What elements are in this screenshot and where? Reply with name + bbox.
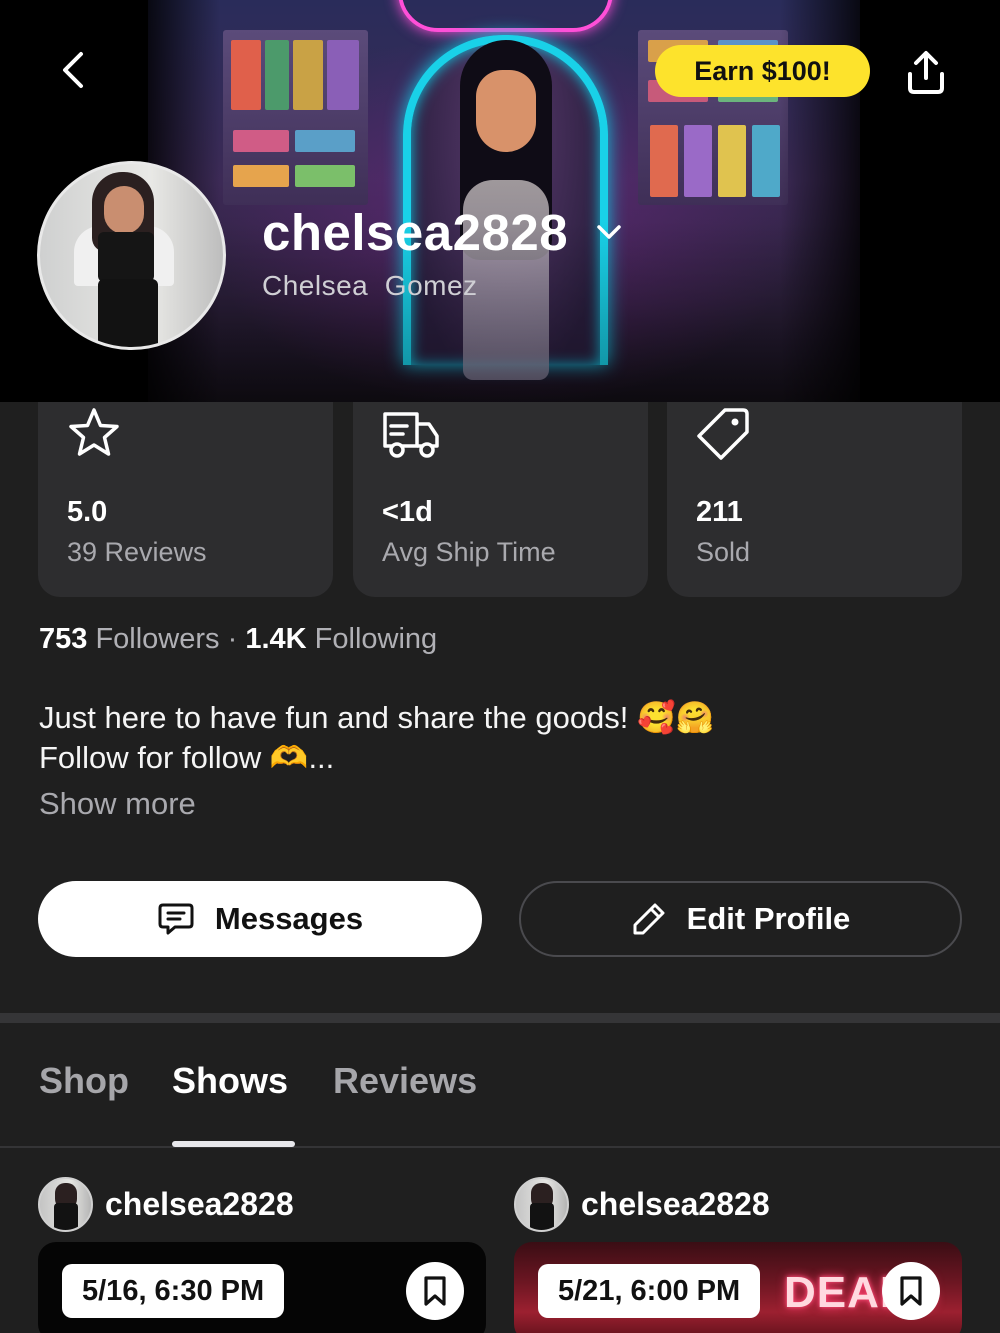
tabs-baseline xyxy=(0,1146,1000,1148)
rating-value: 5.0 xyxy=(67,496,108,528)
followers-link[interactable]: 753 Followers xyxy=(39,623,220,656)
earn-reward-button[interactable]: Earn $100! xyxy=(655,45,870,97)
ship-time-value: <1d xyxy=(382,496,433,528)
show-host-2[interactable]: chelsea2828 xyxy=(514,1176,770,1232)
following-count: 1.4K xyxy=(245,623,307,655)
share-icon xyxy=(908,51,944,94)
profile-full-name: Chelsea Gomez xyxy=(262,270,478,301)
show-date-badge: 5/16, 6:30 PM xyxy=(62,1264,285,1318)
bio-line-2: Follow for follow 🫶... xyxy=(39,740,335,775)
profile-bio: Just here to have fun and share the good… xyxy=(39,698,939,778)
username-switcher[interactable]: chelsea2828 xyxy=(262,200,622,264)
bookmark-button[interactable] xyxy=(406,1262,464,1320)
following-link[interactable]: 1.4K Following xyxy=(245,623,437,656)
show-host-username: chelsea2828 xyxy=(105,1185,294,1222)
bookmark-button[interactable] xyxy=(882,1262,940,1320)
edit-profile-button[interactable]: Edit Profile xyxy=(519,881,962,957)
ship-time-stat-card[interactable]: <1d Avg Ship Time xyxy=(353,402,648,597)
share-button[interactable] xyxy=(896,42,956,102)
bookmark-icon xyxy=(424,1276,446,1306)
section-divider xyxy=(0,1013,1000,1023)
chevron-left-icon xyxy=(63,52,83,88)
avatar xyxy=(38,1176,93,1232)
show-more-link[interactable]: Show more xyxy=(39,786,196,822)
show-host-username: chelsea2828 xyxy=(581,1185,770,1222)
ship-time-label: Avg Ship Time xyxy=(382,537,556,567)
followers-label: Followers xyxy=(95,623,220,655)
pencil-icon xyxy=(633,903,665,935)
message-icon xyxy=(158,903,194,935)
messages-button[interactable]: Messages xyxy=(38,881,482,957)
rating-stat-card[interactable]: 5.0 39 Reviews xyxy=(38,402,333,597)
show-card-1[interactable]: 5/16, 6:30 PM xyxy=(38,1242,486,1333)
tab-reviews[interactable]: Reviews xyxy=(333,1060,477,1102)
chevron-down-icon xyxy=(596,223,622,241)
rating-label: 39 Reviews xyxy=(67,537,207,567)
back-button[interactable] xyxy=(48,44,100,96)
following-label: Following xyxy=(314,623,438,655)
followers-count: 753 xyxy=(39,623,88,655)
bio-line-1: Just here to have fun and share the good… xyxy=(39,700,715,735)
profile-tabs: Shop Shows Reviews xyxy=(0,1060,1000,1150)
star-icon xyxy=(69,408,119,456)
profile-avatar[interactable] xyxy=(37,161,226,350)
show-card-2[interactable]: DEALS 5/21, 6:00 PM xyxy=(514,1242,962,1333)
active-tab-indicator xyxy=(172,1141,295,1147)
tab-shows[interactable]: Shows xyxy=(172,1060,288,1102)
messages-label: Messages xyxy=(214,901,364,936)
sold-value: 211 xyxy=(696,496,743,528)
tab-shop[interactable]: Shop xyxy=(39,1060,129,1102)
sold-label: Sold xyxy=(696,537,751,567)
follow-counts: 753 Followers · 1.4K Following xyxy=(39,623,437,656)
show-date-badge: 5/21, 6:00 PM xyxy=(538,1264,761,1318)
truck-icon xyxy=(383,412,439,458)
tag-icon xyxy=(697,408,749,460)
follow-separator: · xyxy=(227,623,238,655)
show-host-1[interactable]: chelsea2828 xyxy=(38,1176,294,1232)
avatar xyxy=(514,1176,569,1232)
edit-profile-label: Edit Profile xyxy=(686,901,851,936)
bookmark-icon xyxy=(900,1276,922,1306)
profile-username: chelsea2828 xyxy=(262,203,569,261)
sold-stat-card[interactable]: 211 Sold xyxy=(667,402,962,597)
